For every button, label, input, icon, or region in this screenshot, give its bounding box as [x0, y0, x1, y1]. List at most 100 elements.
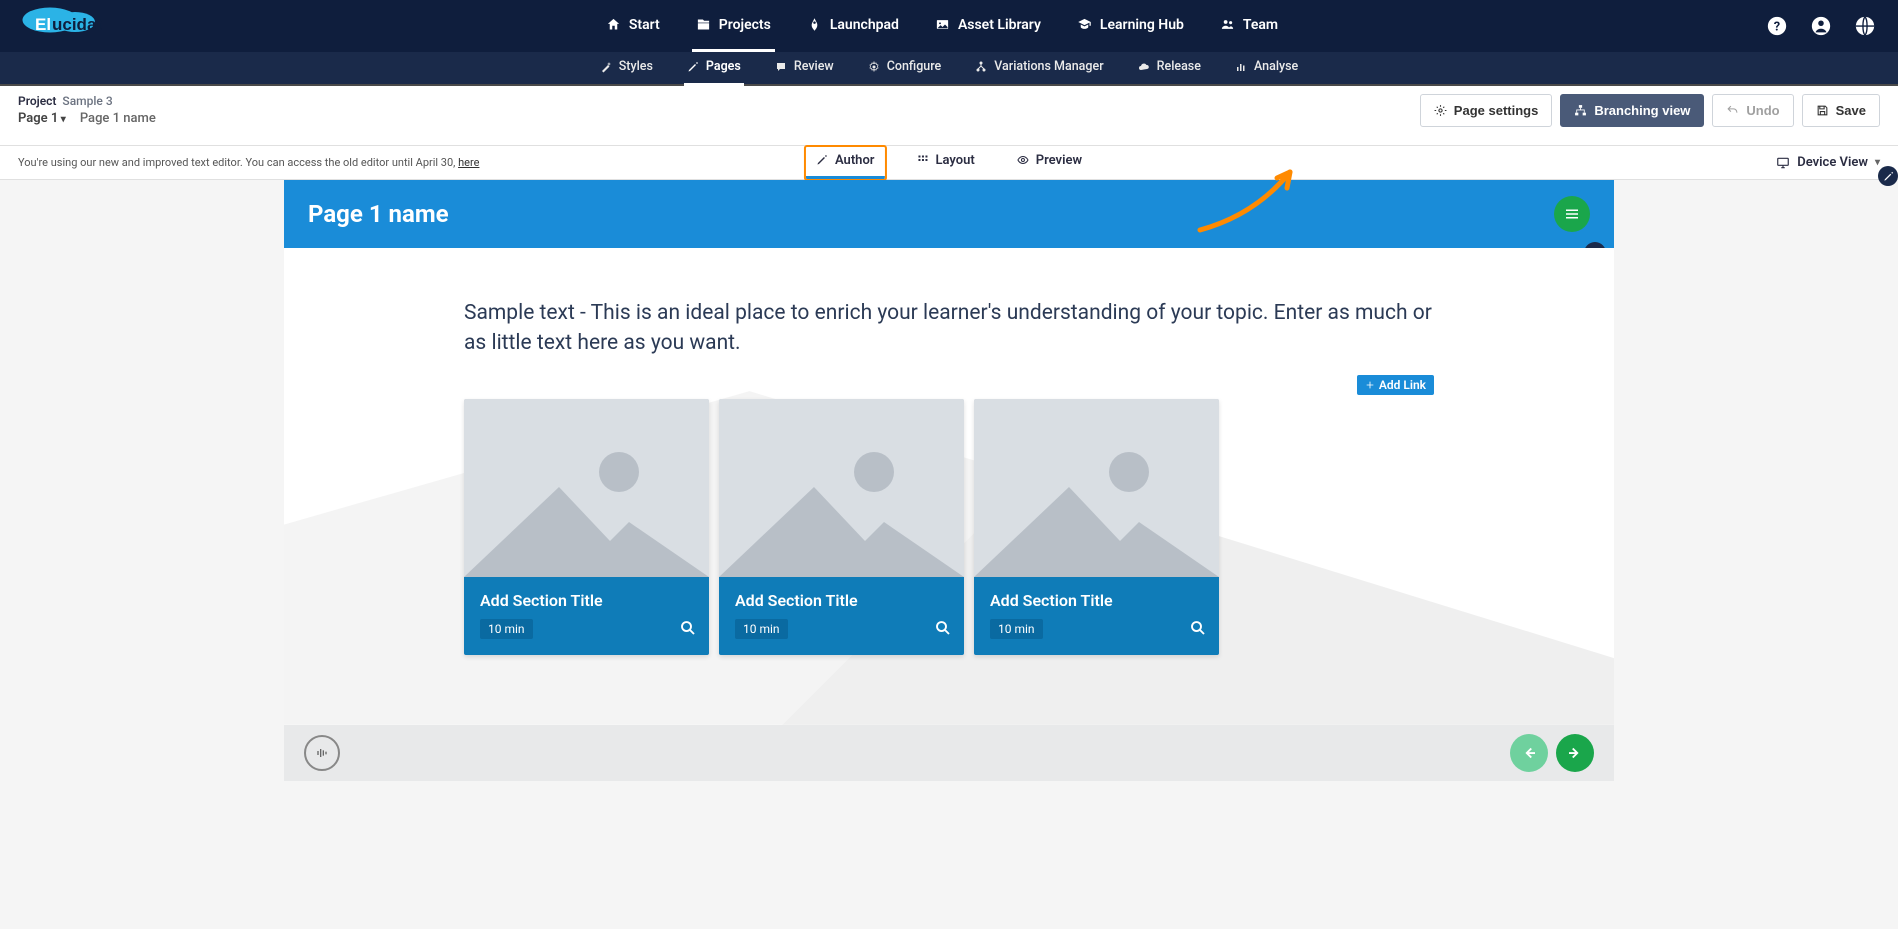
image-placeholder	[974, 399, 1219, 577]
nav-start[interactable]: Start	[602, 1, 664, 52]
asset-library-icon	[935, 17, 950, 32]
subnav-label: Analyse	[1254, 59, 1298, 74]
device-view-label: Device View	[1797, 155, 1868, 170]
save-icon	[1816, 104, 1829, 117]
svg-text:ucidat: ucidat	[52, 15, 102, 34]
monitor-icon	[1776, 156, 1790, 170]
launchpad-icon	[807, 17, 822, 32]
pencil-icon	[687, 61, 699, 73]
next-page-button[interactable]	[1556, 734, 1594, 772]
subnav-label: Review	[794, 59, 834, 74]
nav-label: Launchpad	[830, 17, 899, 33]
duration-badge: 10 min	[990, 619, 1043, 639]
audio-button[interactable]	[304, 735, 340, 771]
subnav-variations[interactable]: Variations Manager	[972, 50, 1106, 86]
nav-label: Team	[1243, 17, 1278, 33]
nav-launchpad[interactable]: Launchpad	[803, 1, 903, 52]
page-selector[interactable]: Page 1	[18, 111, 66, 126]
mode-tab-label: Preview	[1036, 153, 1082, 168]
magnify-icon[interactable]	[679, 619, 697, 637]
nav-label: Start	[629, 17, 660, 33]
arrow-right-icon	[1566, 744, 1584, 762]
globe-icon[interactable]	[1852, 13, 1878, 39]
help-icon[interactable]: ?	[1764, 13, 1790, 39]
subnav-label: Variations Manager	[994, 59, 1103, 74]
subnav-review[interactable]: Review	[772, 50, 837, 86]
undo-icon	[1726, 104, 1739, 117]
magnify-icon[interactable]	[1189, 619, 1207, 637]
button-label: Page settings	[1454, 103, 1539, 118]
add-link-button[interactable]: Add Link	[1357, 375, 1434, 395]
breadcrumb: Project Sample 3	[18, 94, 156, 108]
section-card[interactable]: Add Section Title 10 min	[719, 399, 964, 655]
projects-icon	[696, 17, 711, 32]
arrow-left-icon	[1520, 744, 1538, 762]
section-card[interactable]: Add Section Title 10 min	[464, 399, 709, 655]
gear-icon	[1434, 104, 1447, 117]
nav-asset-library[interactable]: Asset Library	[931, 1, 1045, 52]
section-card[interactable]: Add Section Title 10 min	[974, 399, 1219, 655]
subnav-label: Release	[1157, 59, 1201, 74]
button-label: Save	[1836, 103, 1866, 118]
subnav-label: Pages	[706, 59, 741, 74]
team-icon	[1220, 17, 1235, 32]
old-editor-link[interactable]: here	[458, 156, 479, 169]
subnav-analyse[interactable]: Analyse	[1232, 50, 1301, 86]
nav-label: Asset Library	[958, 17, 1041, 33]
subnav-pages[interactable]: Pages	[684, 50, 744, 86]
intro-text[interactable]: Sample text - This is an ideal place to …	[464, 298, 1434, 359]
branch-icon	[975, 61, 987, 73]
branching-view-button[interactable]: Branching view	[1560, 94, 1704, 127]
pencil-icon	[816, 154, 828, 166]
button-label: Add Link	[1379, 378, 1426, 392]
hamburger-icon	[1563, 205, 1581, 223]
save-button[interactable]: Save	[1802, 94, 1880, 127]
image-placeholder	[464, 399, 709, 577]
device-view-selector[interactable]: Device View	[1776, 155, 1880, 170]
subnav-label: Configure	[887, 59, 942, 74]
project-name: Sample 3	[62, 94, 112, 108]
cloud-icon	[1138, 61, 1150, 73]
learning-hub-icon	[1077, 17, 1092, 32]
nav-projects[interactable]: Projects	[692, 1, 775, 52]
project-label: Project	[18, 94, 56, 108]
magnify-icon[interactable]	[934, 619, 952, 637]
nav-learning-hub[interactable]: Learning Hub	[1073, 1, 1188, 52]
undo-button[interactable]: Undo	[1712, 94, 1793, 127]
sitemap-icon	[1574, 104, 1587, 117]
plus-icon	[1365, 380, 1375, 390]
nav-label: Projects	[719, 17, 771, 33]
section-title: Add Section Title	[990, 591, 1203, 610]
subnav-configure[interactable]: Configure	[865, 50, 945, 86]
page-settings-button[interactable]: Page settings	[1420, 94, 1553, 127]
grid-icon	[916, 154, 928, 166]
duration-badge: 10 min	[735, 619, 788, 639]
home-icon	[606, 17, 621, 32]
mode-tab-author[interactable]: Author	[806, 147, 885, 179]
page-title[interactable]: Page 1 name	[308, 200, 449, 228]
subnav-release[interactable]: Release	[1135, 50, 1204, 86]
mode-tab-label: Layout	[935, 153, 974, 168]
subnav-label: Styles	[619, 59, 653, 74]
eye-icon	[1017, 154, 1029, 166]
page-menu-button[interactable]	[1554, 196, 1590, 232]
nav-label: Learning Hub	[1100, 17, 1184, 33]
image-placeholder	[719, 399, 964, 577]
prev-page-button[interactable]	[1510, 734, 1548, 772]
audio-bars-icon	[314, 745, 330, 761]
account-icon[interactable]	[1808, 13, 1834, 39]
mode-tab-preview[interactable]: Preview	[1007, 147, 1092, 179]
chart-icon	[1235, 61, 1247, 73]
subnav-styles[interactable]: Styles	[597, 50, 656, 86]
button-label: Branching view	[1594, 103, 1690, 118]
comment-icon	[775, 61, 787, 73]
svg-text:El: El	[35, 15, 51, 34]
button-label: Undo	[1746, 103, 1779, 118]
duration-badge: 10 min	[480, 619, 533, 639]
mode-tab-layout[interactable]: Layout	[906, 147, 984, 179]
nav-team[interactable]: Team	[1216, 1, 1282, 52]
brand-logo[interactable]: El ucidat	[20, 6, 120, 46]
svg-text:?: ?	[1774, 20, 1780, 35]
gear-icon	[868, 61, 880, 73]
editor-notice: You're using our new and improved text e…	[18, 156, 479, 169]
